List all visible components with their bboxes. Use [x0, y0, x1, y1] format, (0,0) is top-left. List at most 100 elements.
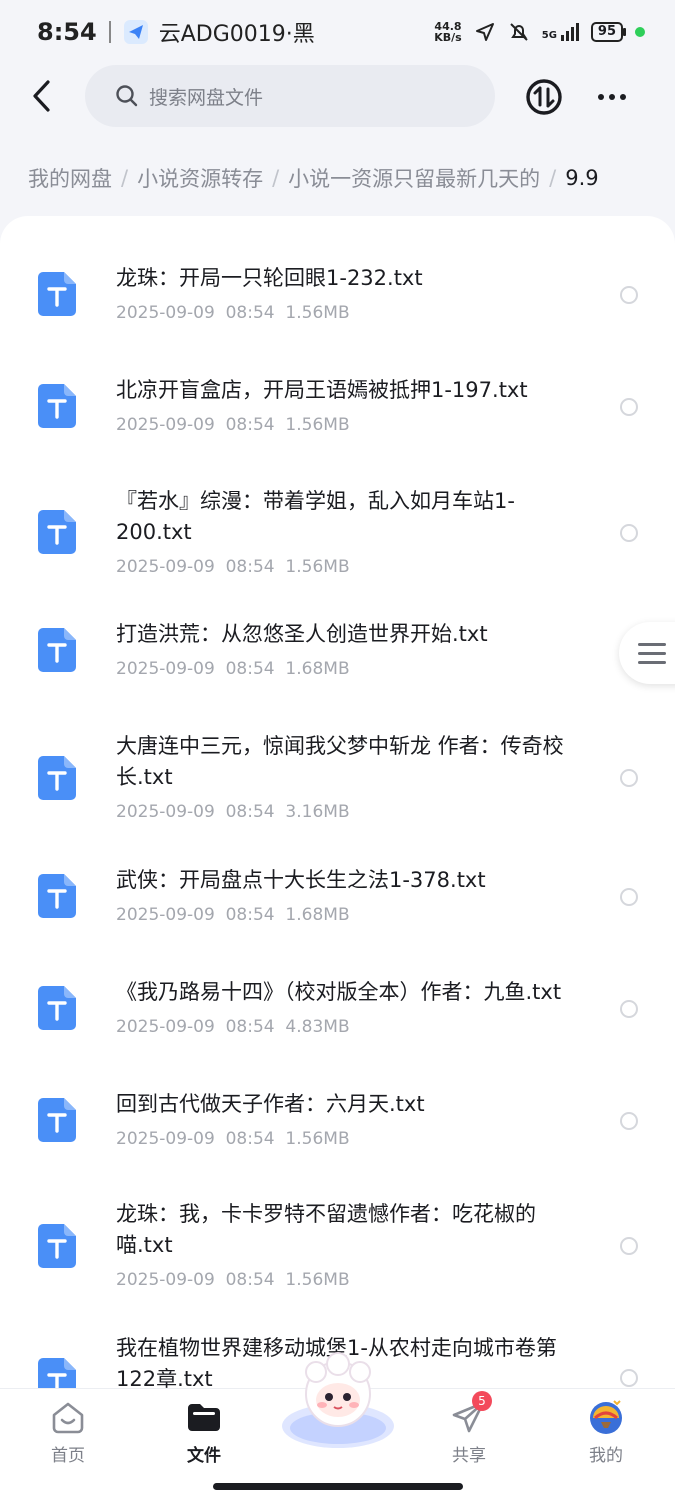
file-size: 4.83MB [285, 1017, 350, 1037]
file-time: 08:54 [225, 303, 275, 323]
side-menu-handle[interactable] [619, 622, 675, 684]
file-name: 武侠：开局盘点十大长生之法1-378.txt [116, 868, 486, 892]
search-placeholder: 搜索网盘文件 [149, 86, 264, 109]
top-bar: 搜索网盘文件 [0, 64, 675, 128]
select-radio[interactable] [620, 769, 638, 787]
breadcrumb-separator: / [121, 166, 129, 190]
file-date: 2025-09-09 [116, 415, 215, 435]
breadcrumb-item[interactable]: 小说资源转存 [137, 163, 263, 193]
file-meta: 2025-09-09 08:54 1.68MB [116, 659, 350, 679]
folder-icon [188, 1404, 220, 1431]
home-indicator[interactable] [213, 1483, 463, 1490]
file-row[interactable]: 打造洪荒：从忽悠圣人创造世界开始.txt 2025-09-09 08:54 1.… [0, 612, 675, 712]
file-date: 2025-09-09 [116, 1270, 215, 1290]
select-radio[interactable] [620, 888, 638, 906]
file-row[interactable]: 『若水』综漫：带着学姐，乱入如月车站1-200.txt 2025-09-09 0… [0, 470, 675, 600]
file-row[interactable]: 龙珠：开局一只轮回眼1-232.txt 2025-09-09 08:54 1.5… [0, 246, 675, 346]
tab-label: 文件 [187, 1446, 221, 1466]
transfer-icon[interactable] [524, 77, 564, 117]
file-row[interactable]: 《我乃路易十四》（校对版全本）作者：九鱼.txt 2025-09-09 08:5… [0, 970, 675, 1070]
more-icon-dot [598, 94, 604, 100]
file-date: 2025-09-09 [116, 802, 215, 822]
file-meta: 2025-09-09 08:54 1.56MB [116, 557, 350, 577]
mute-bell-icon [510, 23, 528, 41]
tab-label: 首页 [51, 1446, 85, 1466]
txt-file-icon [38, 628, 76, 672]
tab-share[interactable]: 5 共享 [424, 1391, 514, 1466]
file-time: 08:54 [225, 1129, 275, 1149]
net-speed-unit: KB/s [434, 31, 462, 44]
file-size: 1.56MB [285, 1270, 350, 1290]
back-button[interactable] [22, 76, 62, 116]
file-size: 1.56MB [285, 1129, 350, 1149]
status-time: 8:54 [37, 18, 97, 46]
app-notification-icon [123, 20, 148, 44]
txt-file-icon [38, 272, 76, 316]
ai-assistant-mascot-icon[interactable] [276, 1350, 400, 1454]
status-carrier: 云ADG0019·黑 [158, 22, 315, 47]
share-badge: 5 [472, 1391, 492, 1411]
file-name: 回到古代做天子作者：六月天.txt [116, 1092, 425, 1116]
file-row[interactable]: 武侠：开局盘点十大长生之法1-378.txt 2025-09-09 08:54 … [0, 858, 675, 958]
file-size: 1.56MB [285, 303, 350, 323]
select-radio[interactable] [620, 398, 638, 416]
breadcrumb-current: 9.9 [565, 166, 599, 190]
file-meta: 2025-09-09 08:54 3.16MB [116, 802, 350, 822]
select-radio[interactable] [620, 1369, 638, 1387]
breadcrumb-item[interactable]: 我的网盘 [28, 163, 112, 193]
file-time: 08:54 [225, 905, 275, 925]
more-icon-dot [609, 94, 615, 100]
breadcrumb-separator: / [272, 166, 280, 190]
file-meta: 2025-09-09 08:54 1.56MB [116, 415, 350, 435]
file-date: 2025-09-09 [116, 557, 215, 577]
file-name: 《我乃路易十四》（校对版全本）作者：九鱼.txt [116, 980, 562, 1004]
select-radio[interactable] [620, 1000, 638, 1018]
home-icon [52, 1402, 84, 1434]
file-time: 08:54 [225, 1017, 275, 1037]
file-name: 大唐连中三元，惊闻我父梦中斩龙 作者：传奇校长.txt [116, 734, 564, 789]
network-type: 5G [541, 30, 557, 41]
select-radio[interactable] [620, 1112, 638, 1130]
file-size: 1.56MB [285, 415, 350, 435]
file-meta: 2025-09-09 08:54 1.56MB [116, 1129, 350, 1149]
more-button[interactable] [592, 77, 632, 117]
file-list: 龙珠：开局一只轮回眼1-232.txt 2025-09-09 08:54 1.5… [0, 216, 675, 1391]
txt-file-icon [38, 510, 76, 554]
file-date: 2025-09-09 [116, 303, 215, 323]
file-row[interactable]: 龙珠：我，卡卡罗特不留遗憾作者：吃花椒的喵.txt 2025-09-09 08:… [0, 1194, 675, 1324]
txt-file-icon [38, 756, 76, 800]
tab-label: 共享 [452, 1446, 486, 1466]
signal-icon: 5G [542, 23, 579, 41]
file-time: 08:54 [225, 659, 275, 679]
privacy-indicator-dot [635, 27, 645, 37]
file-row[interactable]: 北凉开盲盒店，开局王语嫣被抵押1-197.txt 2025-09-09 08:5… [0, 358, 675, 458]
file-time: 08:54 [225, 415, 275, 435]
file-row[interactable]: 大唐连中三元，惊闻我父梦中斩龙 作者：传奇校长.txt 2025-09-09 0… [0, 716, 675, 846]
file-name: 打造洪荒：从忽悠圣人创造世界开始.txt [116, 622, 488, 646]
txt-file-icon [38, 986, 76, 1030]
menu-icon-line [638, 651, 666, 655]
file-date: 2025-09-09 [116, 1129, 215, 1149]
file-name: 龙珠：我，卡卡罗特不留遗憾作者：吃花椒的喵.txt [116, 1202, 536, 1257]
tab-profile[interactable]: 我的 [561, 1397, 651, 1466]
tab-home[interactable]: 首页 [23, 1397, 113, 1466]
file-date: 2025-09-09 [116, 659, 215, 679]
tab-files[interactable]: 文件 [159, 1397, 249, 1466]
file-size: 1.68MB [285, 905, 350, 925]
status-divider [108, 21, 111, 43]
file-name: 『若水』综漫：带着学姐，乱入如月车站1-200.txt [116, 489, 515, 544]
file-row[interactable]: 回到古代做天子作者：六月天.txt 2025-09-09 08:54 1.56M… [0, 1082, 675, 1182]
select-radio[interactable] [620, 524, 638, 542]
file-time: 08:54 [225, 802, 275, 822]
file-meta: 2025-09-09 08:54 4.83MB [116, 1017, 350, 1037]
search-icon [116, 85, 138, 107]
menu-icon-line [638, 642, 666, 646]
select-radio[interactable] [620, 1237, 638, 1255]
select-radio[interactable] [620, 286, 638, 304]
net-speed: 44.8 KB/s [434, 21, 461, 43]
txt-file-icon [38, 1098, 76, 1142]
breadcrumb: 我的网盘 / 小说资源转存 / 小说一资源只留最新几天的 / 9.9 [28, 158, 675, 198]
search-input[interactable]: 搜索网盘文件 [85, 65, 495, 127]
breadcrumb-item[interactable]: 小说一资源只留最新几天的 [288, 163, 540, 193]
file-time: 08:54 [225, 557, 275, 577]
